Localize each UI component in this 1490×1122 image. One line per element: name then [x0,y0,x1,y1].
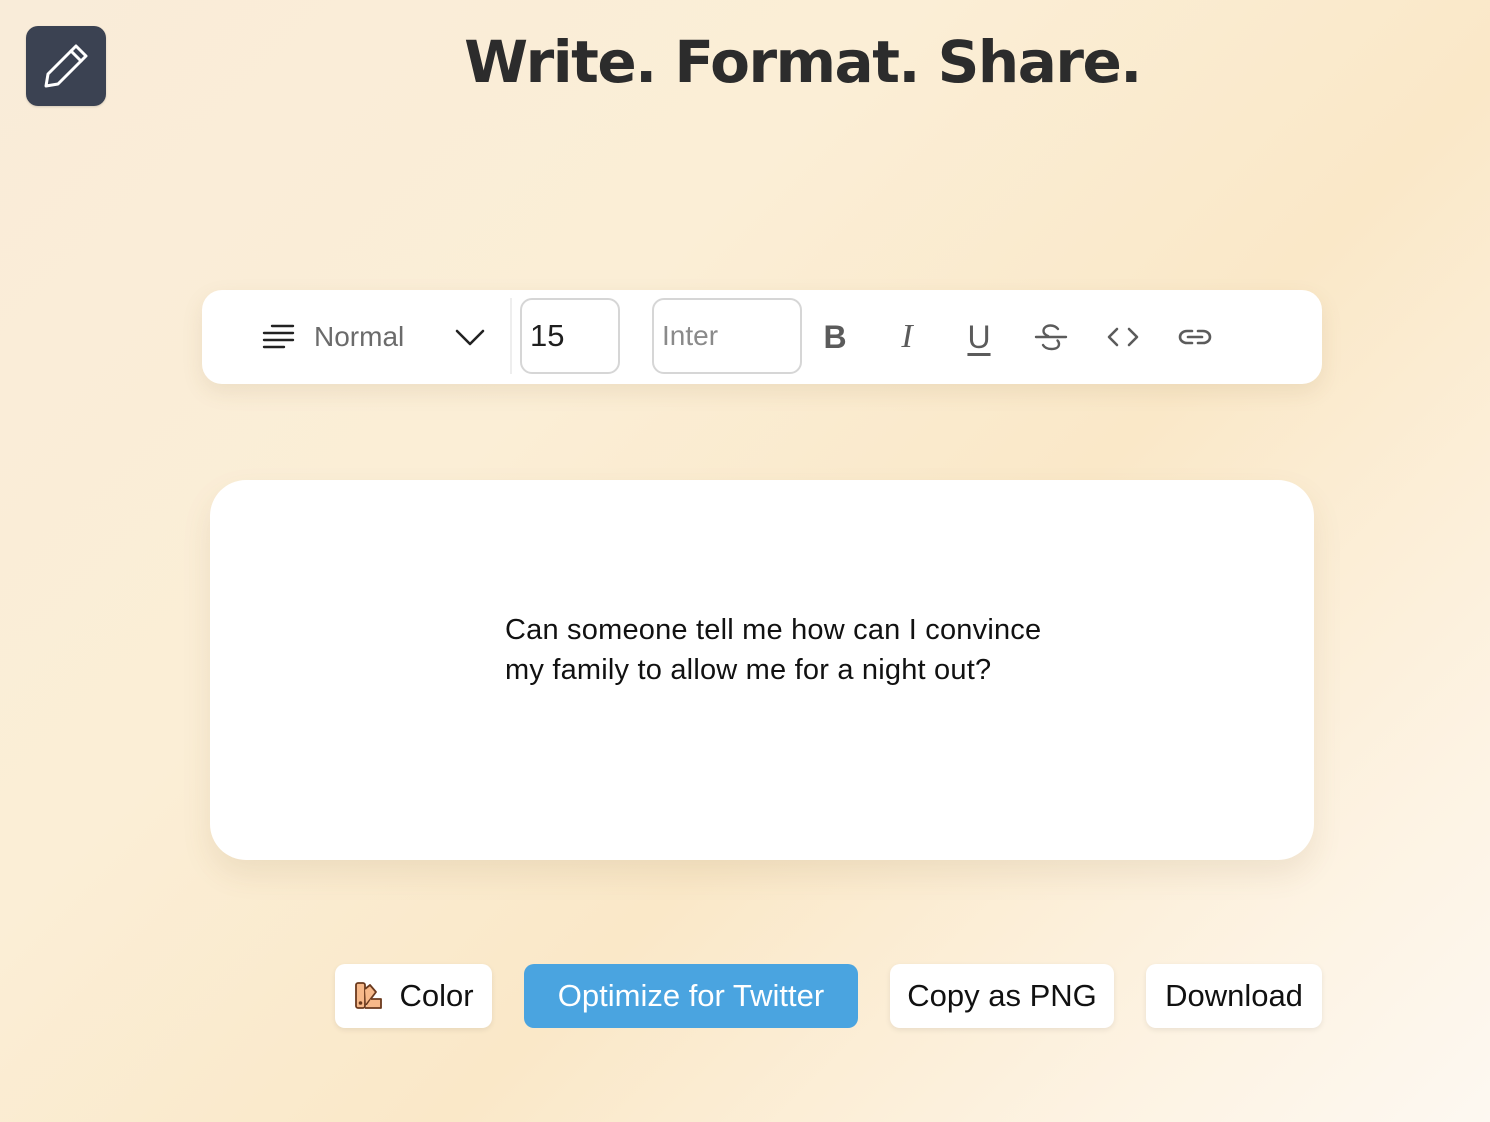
editor-content[interactable]: Can someone tell me how can I convince m… [505,610,1045,690]
code-icon [1107,327,1139,347]
text-lines-icon [262,324,295,349]
download-button[interactable]: Download [1146,964,1322,1028]
underline-button[interactable]: U [954,312,1004,362]
strikethrough-icon [1034,324,1068,351]
palette-icon [355,982,383,1009]
color-button[interactable]: Color [335,964,492,1028]
page-headline: Write. Format. Share. [464,28,1142,96]
block-type-dropdown[interactable]: Normal [242,290,492,384]
formatting-toolbar: Normal B I U [202,290,1322,384]
bold-button[interactable]: B [810,312,860,362]
italic-button[interactable]: I [882,312,932,362]
chevron-down-icon [455,329,485,346]
block-type-label: Normal [314,321,405,352]
strikethrough-button[interactable] [1026,312,1076,362]
font-family-input[interactable] [652,298,802,374]
font-size-input[interactable] [520,298,620,374]
code-button[interactable] [1098,312,1148,362]
toolbar-divider [510,298,512,374]
optimize-for-twitter-button[interactable]: Optimize for Twitter [524,964,858,1028]
copy-as-png-button[interactable]: Copy as PNG [890,964,1114,1028]
color-button-label: Color [399,978,474,1013]
link-icon [1178,329,1212,345]
link-button[interactable] [1170,312,1220,362]
editor-card[interactable]: Can someone tell me how can I convince m… [210,480,1314,860]
